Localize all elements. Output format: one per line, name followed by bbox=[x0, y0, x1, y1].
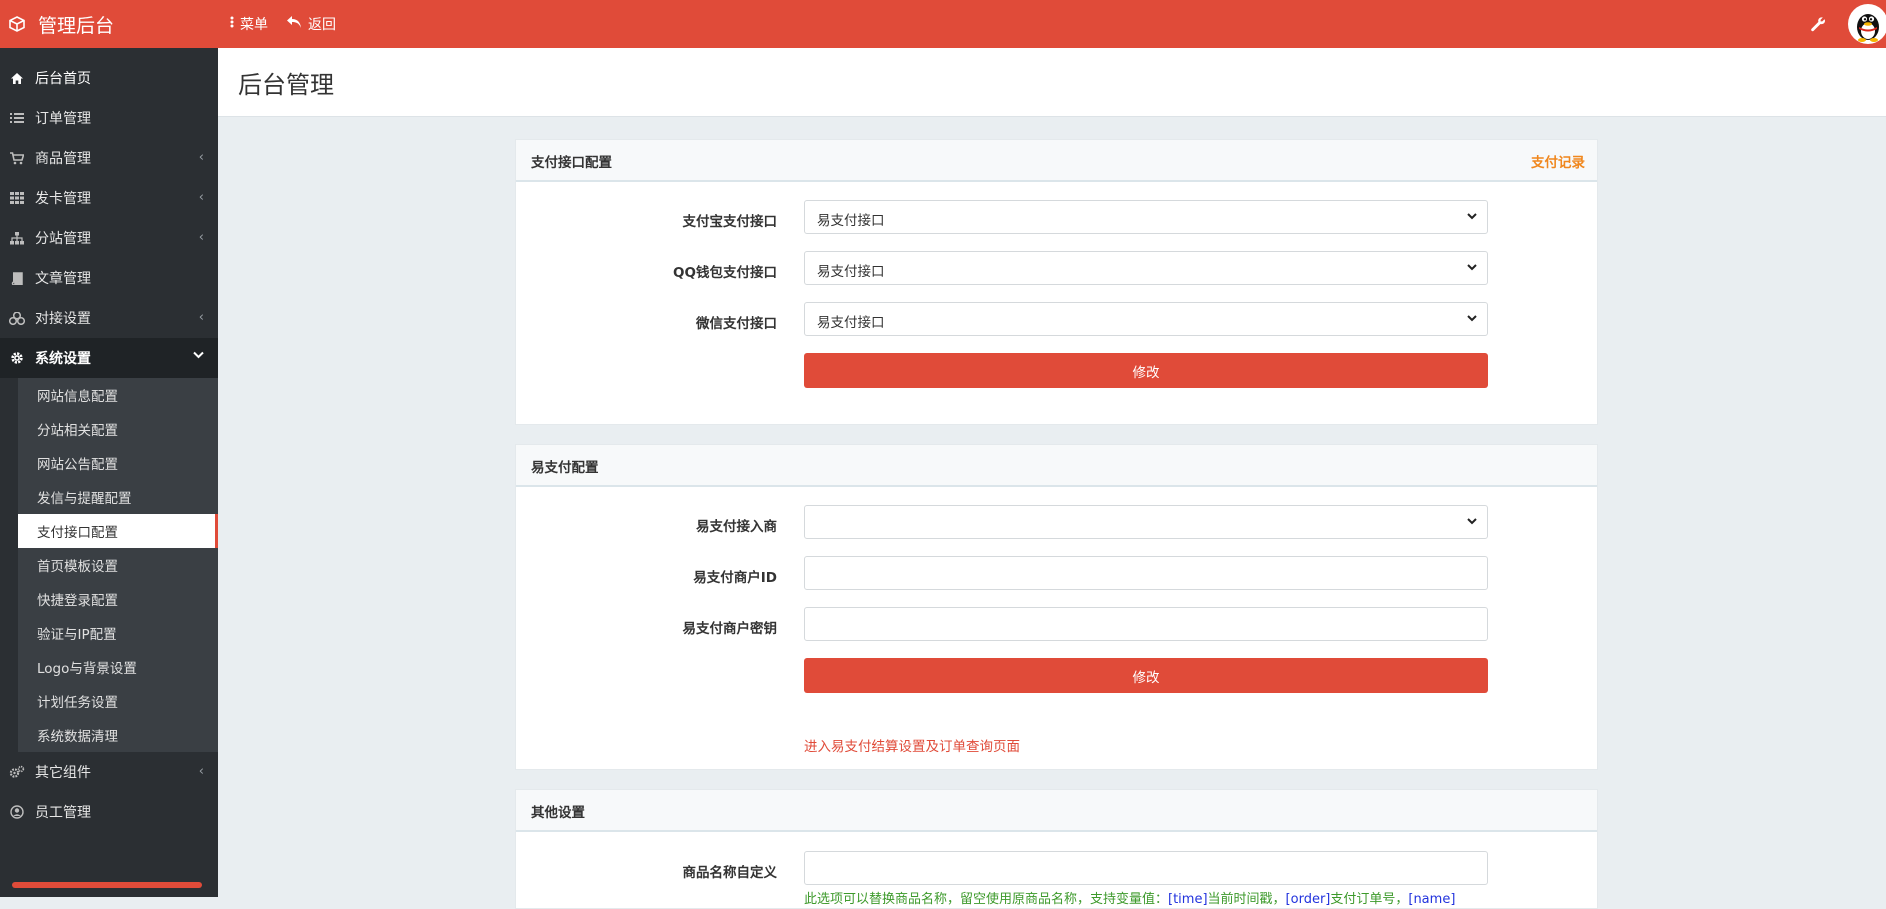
product-name-hint: 此选项可以替换商品名称，留空使用原商品名称，支持变量值：[time]当前时间戳，… bbox=[804, 892, 1456, 907]
form-row: 微信支付接口 易支付接口 bbox=[516, 302, 1597, 338]
save-payment-button[interactable]: 修改 bbox=[804, 353, 1488, 388]
user-circle-icon bbox=[9, 805, 25, 819]
cogs-icon bbox=[9, 765, 25, 779]
chevron-down-icon bbox=[1465, 514, 1479, 528]
wxpay-label: 微信支付接口 bbox=[696, 316, 777, 332]
dots-vertical-icon bbox=[230, 16, 234, 32]
submenu-item-mail-notify[interactable]: 发信与提醒配置 bbox=[18, 480, 218, 514]
qqpay-label: QQ钱包支付接口 bbox=[673, 265, 777, 281]
sidebar-item-cards[interactable]: 发卡管理 ‹ bbox=[0, 178, 218, 218]
avatar[interactable] bbox=[1848, 4, 1886, 44]
page-title: 后台管理 bbox=[238, 71, 334, 99]
sidebar-item-docking[interactable]: 对接设置 ‹ bbox=[0, 298, 218, 338]
sidebar-item-articles[interactable]: 文章管理 bbox=[0, 258, 218, 298]
sitemap-icon bbox=[9, 231, 25, 245]
other-settings-panel: 其他设置 商品名称自定义 此选项可以替换商品名称，留空使用原商品名称，支持变量值… bbox=[515, 789, 1598, 909]
back-button[interactable]: 返回 bbox=[286, 14, 336, 34]
panel-title: 其他设置 bbox=[531, 805, 585, 821]
epay-provider-select[interactable] bbox=[804, 505, 1488, 539]
submenu-item-site-info[interactable]: 网站信息配置 bbox=[18, 378, 218, 412]
chevron-down-icon bbox=[1465, 311, 1479, 325]
submenu-item-quick-login[interactable]: 快捷登录配置 bbox=[18, 582, 218, 616]
cube-icon bbox=[8, 15, 26, 33]
sidebar-item-substations[interactable]: 分站管理 ‹ bbox=[0, 218, 218, 258]
form-row: 易支付接入商 bbox=[516, 505, 1597, 541]
cart-icon bbox=[9, 151, 25, 165]
sidebar-item-home[interactable]: 后台首页 bbox=[0, 58, 218, 98]
payment-config-panel: 支付接口配置 支付记录 支付宝支付接口 易支付接口 QQ钱包支付接口 易支付接口… bbox=[515, 139, 1598, 425]
form-row: 易支付商户密钥 bbox=[516, 607, 1597, 643]
form-row: 易支付商户ID bbox=[516, 556, 1597, 592]
chevron-down-icon bbox=[193, 348, 204, 363]
chevron-left-icon: ‹ bbox=[198, 230, 204, 245]
qqpay-select[interactable]: 易支付接口 bbox=[804, 251, 1488, 285]
epay-merchant-id-input[interactable] bbox=[804, 556, 1488, 590]
submenu-item-payment[interactable]: 支付接口配置 bbox=[18, 514, 218, 548]
chevron-left-icon: ‹ bbox=[198, 310, 204, 325]
page-header: 后台管理 bbox=[218, 48, 1886, 117]
submenu-item-announcement[interactable]: 网站公告配置 bbox=[18, 446, 218, 480]
chevron-left-icon: ‹ bbox=[198, 190, 204, 205]
reply-icon bbox=[286, 15, 302, 33]
epay-provider-label: 易支付接入商 bbox=[696, 519, 777, 535]
submenu-item-cron[interactable]: 计划任务设置 bbox=[18, 684, 218, 718]
brand[interactable]: 管理后台 bbox=[0, 0, 218, 48]
home-icon bbox=[9, 72, 25, 85]
submenu-item-data-clean[interactable]: 系统数据清理 bbox=[18, 718, 218, 752]
payment-records-link[interactable]: 支付记录 bbox=[1531, 151, 1585, 171]
chevron-down-icon bbox=[1465, 209, 1479, 223]
panel-header: 易支付配置 bbox=[516, 445, 1597, 487]
sidebar-item-staff[interactable]: 员工管理 bbox=[0, 792, 218, 832]
list-icon bbox=[9, 112, 25, 124]
wxpay-select[interactable]: 易支付接口 bbox=[804, 302, 1488, 336]
panel-title: 支付接口配置 bbox=[531, 155, 612, 171]
sidebar: 后台首页 订单管理 商品管理 ‹ 发卡管理 ‹ 分站管理 ‹ 文章管理 对接设置… bbox=[0, 48, 218, 897]
alipay-label: 支付宝支付接口 bbox=[682, 214, 778, 230]
grid-icon bbox=[9, 192, 25, 204]
custom-product-name-input[interactable] bbox=[804, 851, 1488, 885]
back-label: 返回 bbox=[308, 17, 336, 33]
save-epay-button[interactable]: 修改 bbox=[804, 658, 1488, 693]
sidebar-item-orders[interactable]: 订单管理 bbox=[0, 98, 218, 138]
sidebar-item-components[interactable]: 其它组件 ‹ bbox=[0, 752, 218, 792]
epay-merchant-key-label: 易支付商户密钥 bbox=[682, 621, 778, 637]
sidebar-item-system-settings[interactable]: 系统设置 bbox=[0, 338, 218, 378]
epay-merchant-key-input[interactable] bbox=[804, 607, 1488, 641]
form-row: 商品名称自定义 bbox=[516, 851, 1597, 887]
sidebar-item-products[interactable]: 商品管理 ‹ bbox=[0, 138, 218, 178]
submenu-item-substation[interactable]: 分站相关配置 bbox=[18, 412, 218, 446]
sidebar-scrollbar[interactable] bbox=[12, 882, 202, 888]
menu-toggle-button[interactable]: 菜单 bbox=[230, 14, 268, 34]
panel-header: 其他设置 bbox=[516, 790, 1597, 832]
custom-product-name-label: 商品名称自定义 bbox=[682, 865, 778, 881]
book-icon bbox=[9, 271, 25, 285]
top-bar: 管理后台 菜单 返回 bbox=[0, 0, 1886, 48]
panel-header: 支付接口配置 支付记录 bbox=[516, 140, 1597, 182]
form-row: 支付宝支付接口 易支付接口 bbox=[516, 200, 1597, 236]
alipay-select[interactable]: 易支付接口 bbox=[804, 200, 1488, 234]
system-settings-submenu: 网站信息配置 分站相关配置 网站公告配置 发信与提醒配置 支付接口配置 首页模板… bbox=[18, 378, 218, 752]
gear-icon bbox=[9, 351, 25, 365]
chevron-left-icon: ‹ bbox=[198, 764, 204, 779]
epay-config-panel: 易支付配置 易支付接入商 易支付商户ID 易支付商户密钥 修改 进入易支付结算设… bbox=[515, 444, 1598, 770]
chevron-left-icon: ‹ bbox=[198, 150, 204, 165]
submenu-item-template[interactable]: 首页模板设置 bbox=[18, 548, 218, 582]
app-title: 管理后台 bbox=[38, 14, 115, 37]
chevron-down-icon bbox=[1465, 260, 1479, 274]
wrench-icon[interactable] bbox=[1808, 14, 1828, 34]
epay-merchant-id-label: 易支付商户ID bbox=[693, 570, 777, 586]
panel-title: 易支付配置 bbox=[531, 460, 599, 476]
menu-label: 菜单 bbox=[240, 17, 268, 33]
submenu-item-logo-bg[interactable]: Logo与背景设置 bbox=[18, 650, 218, 684]
cubes-icon bbox=[9, 311, 25, 325]
epay-settlement-link[interactable]: 进入易支付结算设置及订单查询页面 bbox=[804, 735, 1020, 755]
form-row: QQ钱包支付接口 易支付接口 bbox=[516, 251, 1597, 287]
submenu-item-verify-ip[interactable]: 验证与IP配置 bbox=[18, 616, 218, 650]
